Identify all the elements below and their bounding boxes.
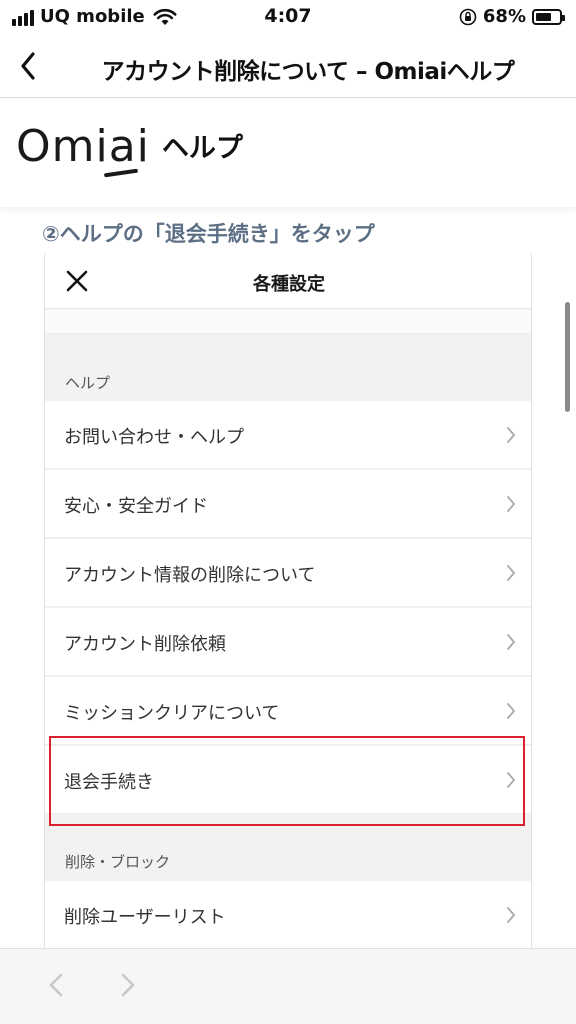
settings-header: 各種設定	[45, 253, 531, 309]
embedded-settings-screenshot: 各種設定 ヘルプ お問い合わせ・ヘルプ 安心・安全ガイド アカウント情報の削除に…	[44, 253, 532, 953]
list-item[interactable]: 削除ユーザーリスト	[45, 881, 531, 949]
navigation-bar: アカウント削除について – Omiaiヘルプ	[0, 34, 576, 98]
browser-forward-icon[interactable]	[116, 971, 140, 999]
list-item-label: アカウント情報の削除について	[64, 565, 316, 586]
browser-toolbar	[0, 948, 576, 1024]
list-item[interactable]: アカウント削除依頼	[45, 608, 531, 676]
list-item-label: 削除ユーザーリスト	[64, 907, 226, 928]
logo-wordmark: Omiai	[16, 121, 150, 172]
list-item-label: ミッションクリアについて	[64, 703, 280, 724]
highlight-box	[49, 736, 525, 826]
list-item[interactable]: ミッションクリアについて	[45, 677, 531, 745]
chevron-right-icon	[507, 634, 515, 650]
omiai-logo[interactable]: Omiai ヘルプ	[16, 121, 243, 178]
section-label-delete-block: 削除・ブロック	[65, 853, 171, 871]
help-site-header: Omiai ヘルプ	[0, 99, 576, 207]
list-item-label: アカウント削除依頼	[64, 634, 226, 655]
chevron-right-icon	[507, 565, 515, 581]
battery-percent: 68%	[482, 6, 526, 27]
list-item[interactable]: お問い合わせ・ヘルプ	[45, 401, 531, 469]
list-item-label: 安心・安全ガイド	[64, 496, 208, 517]
settings-title: 各種設定	[253, 274, 325, 295]
divider-strip	[45, 310, 531, 334]
logo-help-label: ヘルプ	[161, 133, 243, 164]
rotation-lock-icon	[459, 8, 477, 25]
back-button[interactable]	[8, 44, 48, 88]
list-item-label: お問い合わせ・ヘルプ	[64, 427, 244, 448]
chevron-right-icon	[507, 703, 515, 719]
chevron-right-icon	[507, 427, 515, 443]
battery-icon	[532, 8, 565, 25]
status-bar: UQ mobile 4:07 68%	[0, 0, 576, 34]
chevron-right-icon	[507, 907, 515, 923]
list-item[interactable]: 安心・安全ガイド	[45, 470, 531, 538]
chevron-right-icon	[507, 496, 515, 512]
step-heading: ②ヘルプの「退会手続き」をタップ	[42, 222, 375, 246]
section-label-help: ヘルプ	[65, 374, 111, 392]
scrollbar[interactable]	[565, 302, 570, 412]
back-chevron-icon	[21, 52, 35, 80]
browser-back-icon[interactable]	[44, 971, 68, 999]
list-item[interactable]: アカウント情報の削除について	[45, 539, 531, 607]
page-title: アカウント削除について – Omiaiヘルプ	[101, 59, 515, 85]
